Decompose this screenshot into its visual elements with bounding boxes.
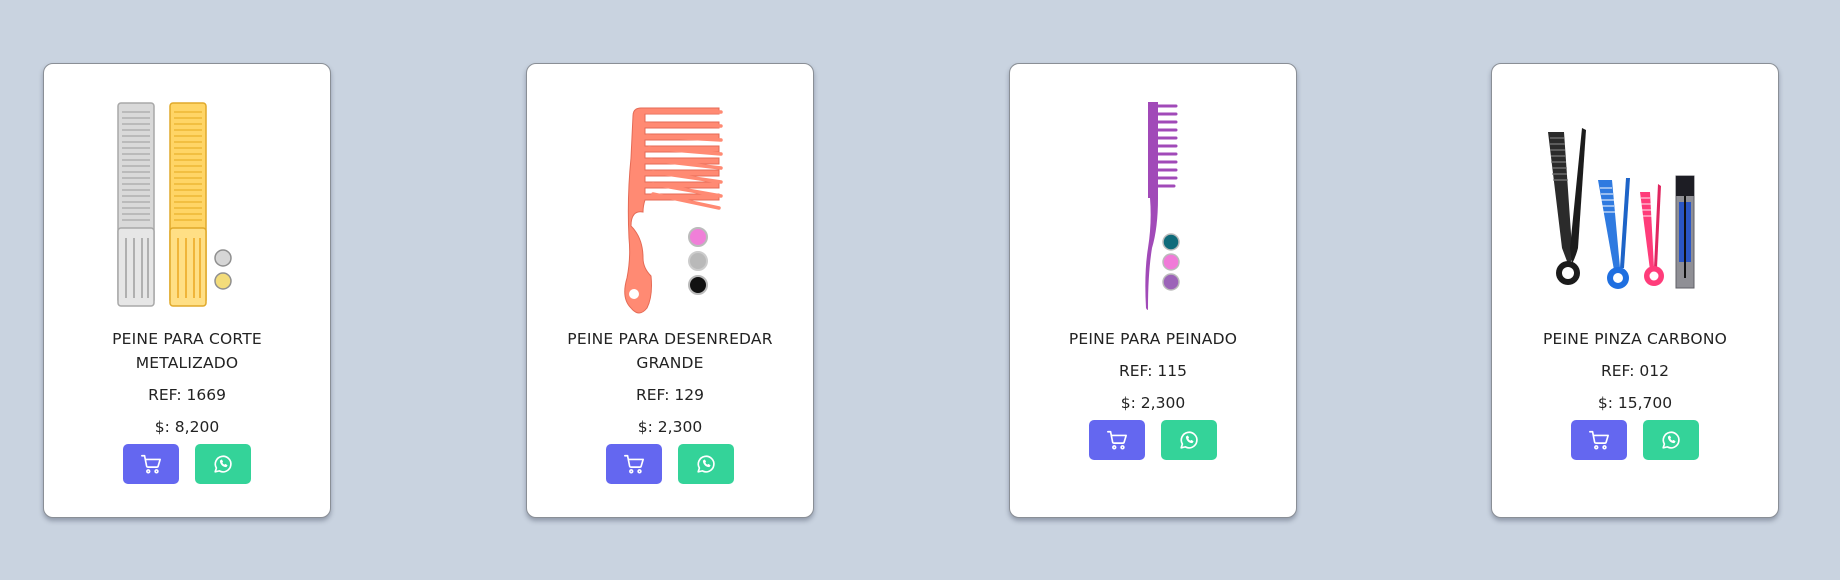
product-ref: REF: 129 <box>635 386 704 404</box>
product-ref: REF: 115 <box>1118 362 1187 380</box>
add-to-cart-button[interactable] <box>606 444 662 484</box>
product-grid: PEINE PARA CORTE METALIZADO REF: 1669 $:… <box>0 0 1840 580</box>
product-card: PEINE PARA DESENREDAR GRANDE REF: 129 $:… <box>526 63 814 518</box>
product-actions <box>547 444 793 484</box>
whatsapp-button[interactable] <box>195 444 251 484</box>
product-price: $: 2,300 <box>637 418 703 436</box>
product-actions <box>1512 420 1758 460</box>
add-to-cart-button[interactable] <box>1571 420 1627 460</box>
product-name: PEINE PARA DESENREDAR GRANDE <box>567 330 773 372</box>
product-card: PEINE PARA CORTE METALIZADO REF: 1669 $:… <box>43 63 331 518</box>
product-info: PEINE PARA DESENREDAR GRANDE REF: 129 $:… <box>547 327 793 484</box>
product-info: PEINE PINZA CARBONO REF: 012 $: 15,700 <box>1512 327 1758 460</box>
product-info: PEINE PARA PEINADO REF: 115 $: 2,300 <box>1030 327 1276 460</box>
shopping-cart-icon <box>624 454 644 474</box>
whatsapp-button[interactable] <box>678 444 734 484</box>
product-price: $: 2,300 <box>1120 394 1186 412</box>
whatsapp-icon <box>1180 431 1198 449</box>
product-ref: REF: 1669 <box>148 386 226 404</box>
add-to-cart-button[interactable] <box>123 444 179 484</box>
product-ref: REF: 012 <box>1600 362 1669 380</box>
product-price: $: 15,700 <box>1597 394 1673 412</box>
product-info: PEINE PARA CORTE METALIZADO REF: 1669 $:… <box>64 327 310 484</box>
product-name: PEINE PARA PEINADO <box>1068 330 1238 348</box>
whatsapp-button[interactable] <box>1161 420 1217 460</box>
shopping-cart-icon <box>1107 430 1127 450</box>
whatsapp-icon <box>214 455 232 473</box>
product-card: PEINE PINZA CARBONO REF: 012 $: 15,700 <box>1491 63 1779 518</box>
product-name: PEINE PARA CORTE METALIZADO <box>112 330 262 372</box>
product-actions <box>64 444 310 484</box>
shopping-cart-icon <box>1589 430 1609 450</box>
whatsapp-icon <box>697 455 715 473</box>
whatsapp-icon <box>1662 431 1680 449</box>
shopping-cart-icon <box>141 454 161 474</box>
product-name: PEINE PINZA CARBONO <box>1542 330 1728 348</box>
product-price: $: 8,200 <box>154 418 220 436</box>
product-actions <box>1030 420 1276 460</box>
product-card: PEINE PARA PEINADO REF: 115 $: 2,300 <box>1009 63 1297 518</box>
add-to-cart-button[interactable] <box>1089 420 1145 460</box>
whatsapp-button[interactable] <box>1643 420 1699 460</box>
